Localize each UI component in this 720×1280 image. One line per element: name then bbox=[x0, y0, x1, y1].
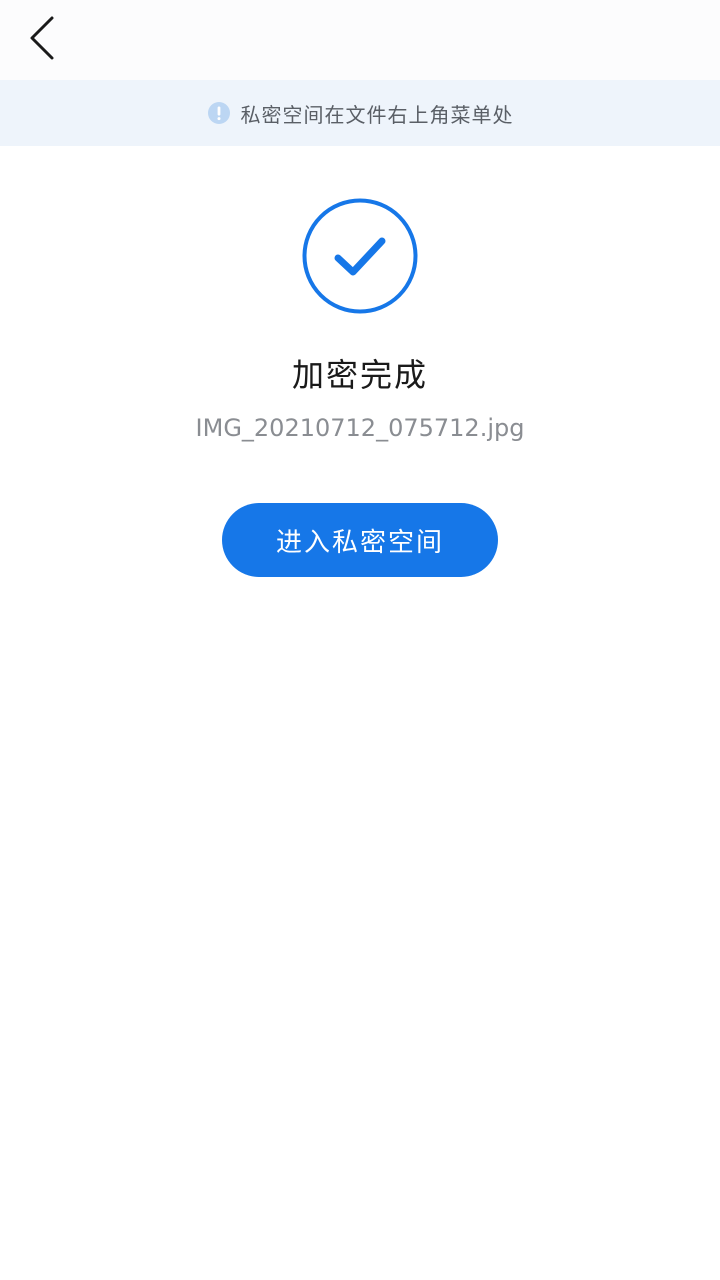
notice-text: 私密空间在文件右上角菜单处 bbox=[240, 102, 514, 127]
top-bar bbox=[0, 0, 720, 80]
chevron-left-icon bbox=[30, 16, 54, 60]
back-button[interactable] bbox=[18, 10, 70, 66]
encryption-complete-screen: 私密空间在文件右上角菜单处 加密完成 IMG_20210712_075712.j… bbox=[0, 0, 720, 1280]
private-space-notice: 私密空间在文件右上角菜单处 bbox=[0, 80, 720, 146]
enter-private-space-label: 进入私密空间 bbox=[275, 527, 444, 558]
result-title: 加密完成 bbox=[291, 356, 428, 394]
info-icon bbox=[207, 102, 230, 124]
check-circle-icon bbox=[302, 198, 418, 314]
enter-private-space-button[interactable]: 进入私密空间 bbox=[222, 503, 498, 577]
file-name: IMG_20210712_075712.jpg bbox=[195, 414, 525, 442]
